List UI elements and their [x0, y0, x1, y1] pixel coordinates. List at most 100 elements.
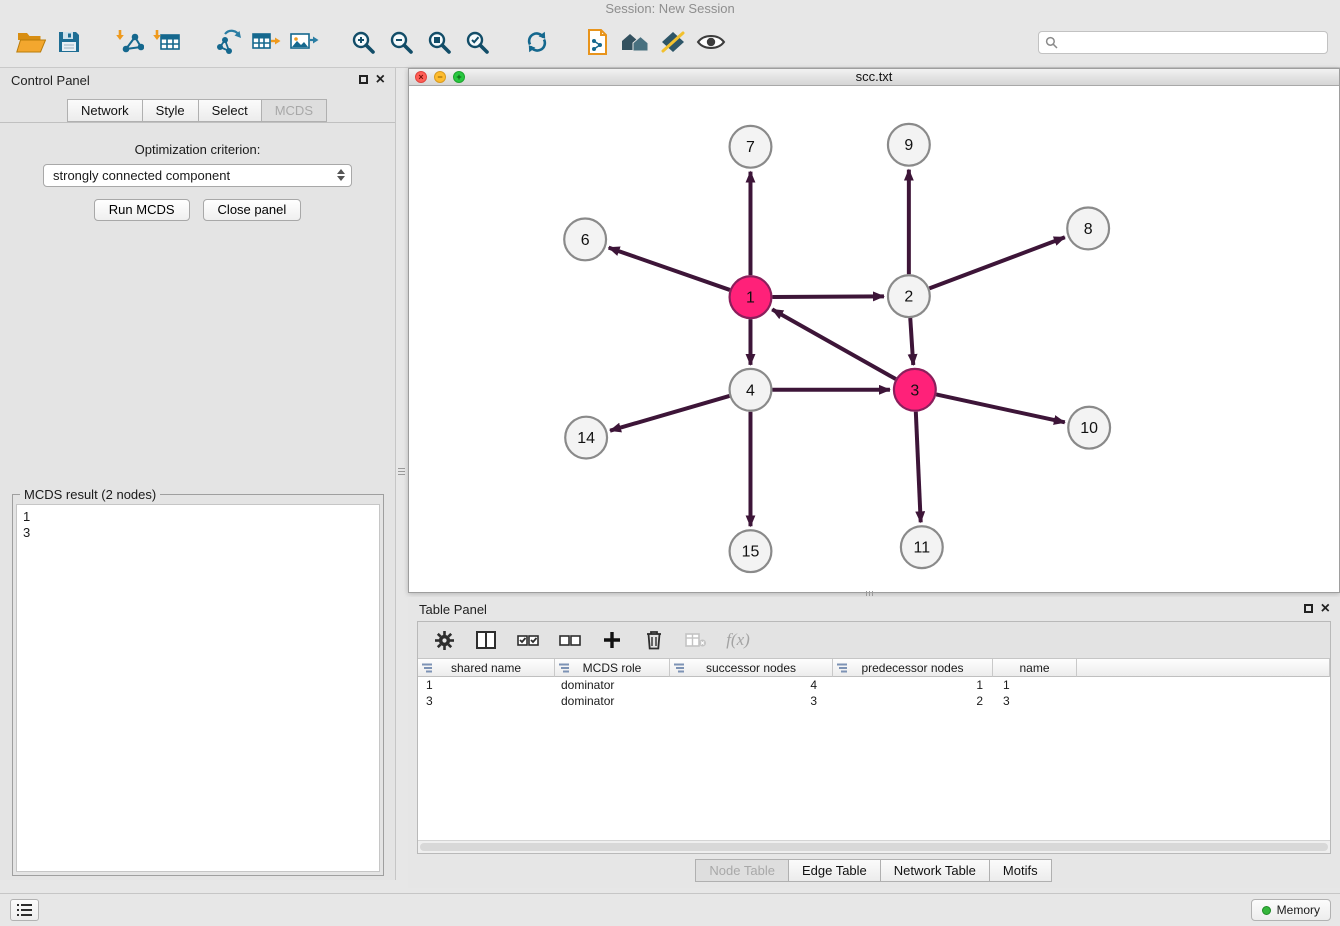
- home-pages-button[interactable]: [616, 22, 654, 62]
- split-view-button[interactable]: [474, 627, 498, 653]
- function-builder-button: f(x): [726, 627, 750, 653]
- cell-name: 3: [993, 694, 1077, 708]
- graph-edge-1-2[interactable]: [772, 296, 884, 297]
- svg-text:9: 9: [904, 137, 913, 154]
- add-button[interactable]: [600, 627, 624, 653]
- table-row[interactable]: 1 dominator 4 1 1: [418, 677, 1330, 693]
- graph-node-8[interactable]: 8: [1067, 208, 1109, 250]
- tab-style[interactable]: Style: [142, 99, 199, 122]
- table-panel-title: Table Panel: [419, 602, 487, 617]
- graph-node-3[interactable]: 3: [894, 369, 936, 411]
- table-settings-button[interactable]: [432, 627, 456, 653]
- column-header-shared-name[interactable]: shared name: [418, 659, 555, 677]
- horizontal-splitter-handle[interactable]: [858, 591, 880, 596]
- vertical-splitter-handle[interactable]: [398, 460, 405, 482]
- float-table-panel-icon[interactable]: [1304, 604, 1313, 613]
- cell-shared-name: 3: [418, 694, 555, 708]
- tab-mcds[interactable]: MCDS: [261, 99, 327, 122]
- export-image-button[interactable]: [284, 22, 322, 62]
- optimization-criterion-value: strongly connected component: [53, 168, 230, 183]
- graph-node-10[interactable]: 10: [1068, 407, 1110, 449]
- graph-node-7[interactable]: 7: [730, 126, 772, 168]
- network-canvas[interactable]: 7 9 6 8 1 2 4 3 14 10 15 11: [409, 86, 1339, 592]
- import-network-button[interactable]: [110, 22, 148, 62]
- document-share-button[interactable]: [578, 22, 616, 62]
- graph-edge-3-1[interactable]: [772, 309, 896, 379]
- tab-edge-table[interactable]: Edge Table: [788, 859, 881, 882]
- svg-text:14: 14: [577, 430, 595, 447]
- import-table-button[interactable]: [148, 22, 186, 62]
- refresh-layout-button[interactable]: [518, 22, 556, 62]
- graph-node-1[interactable]: 1: [730, 276, 772, 318]
- zoom-fit-button[interactable]: [420, 22, 458, 62]
- column-header-successor-nodes[interactable]: successor nodes: [670, 659, 833, 677]
- new-network-button[interactable]: [208, 22, 246, 62]
- tab-node-table[interactable]: Node Table: [695, 859, 789, 882]
- tab-motifs[interactable]: Motifs: [989, 859, 1052, 882]
- graph-node-4[interactable]: 4: [730, 369, 772, 411]
- memory-button[interactable]: Memory: [1251, 899, 1331, 921]
- table-header-row: shared name MCDS role successor nodes pr…: [418, 659, 1330, 677]
- graph-edge-2-8[interactable]: [929, 237, 1064, 288]
- tab-network[interactable]: Network: [67, 99, 143, 122]
- task-history-button[interactable]: [10, 899, 39, 921]
- graph-edge-3-10[interactable]: [936, 394, 1065, 422]
- close-table-panel-icon[interactable]: ×: [1321, 603, 1330, 614]
- optimization-criterion-select[interactable]: strongly connected component: [43, 164, 352, 187]
- optimization-criterion-label: Optimization criterion:: [0, 142, 395, 157]
- graph-edge-3-11[interactable]: [916, 412, 921, 523]
- tab-network-table[interactable]: Network Table: [880, 859, 990, 882]
- status-bar: Memory: [0, 893, 1340, 926]
- zoom-selected-button[interactable]: [458, 22, 496, 62]
- graph-edge-2-3[interactable]: [910, 318, 913, 365]
- search-input[interactable]: [1062, 35, 1321, 50]
- column-header-predecessor-nodes[interactable]: predecessor nodes: [833, 659, 993, 677]
- new-network-icon: [212, 28, 242, 56]
- network-view-window: × − + scc.txt 7968124314101511: [408, 68, 1340, 593]
- run-mcds-button[interactable]: Run MCDS: [94, 199, 190, 221]
- search-box[interactable]: [1038, 31, 1328, 54]
- graph-node-11[interactable]: 11: [901, 526, 943, 568]
- show-hide-details-button[interactable]: [692, 22, 730, 62]
- close-panel-icon[interactable]: ×: [376, 74, 385, 85]
- table-row[interactable]: 3 dominator 3 2 3: [418, 693, 1330, 709]
- open-session-button[interactable]: [12, 22, 50, 62]
- graph-node-14[interactable]: 14: [565, 417, 607, 459]
- float-panel-icon[interactable]: [359, 75, 368, 84]
- save-session-button[interactable]: [50, 22, 88, 62]
- sort-icon: [837, 663, 848, 673]
- graph-node-15[interactable]: 15: [730, 530, 772, 572]
- svg-text:15: 15: [742, 544, 760, 561]
- zoom-fit-icon: [426, 29, 453, 56]
- graph-node-2[interactable]: 2: [888, 275, 930, 317]
- select-all-button[interactable]: [516, 627, 540, 653]
- close-window-icon[interactable]: ×: [415, 71, 427, 83]
- mcds-result-list[interactable]: 1 3: [16, 504, 380, 872]
- delete-button[interactable]: [642, 627, 666, 653]
- zoom-in-button[interactable]: [344, 22, 382, 62]
- close-panel-button[interactable]: Close panel: [203, 199, 302, 221]
- column-header-name[interactable]: name: [993, 659, 1077, 677]
- deselect-all-button[interactable]: [558, 627, 582, 653]
- graph-node-9[interactable]: 9: [888, 124, 930, 166]
- scrollbar-thumb[interactable]: [420, 843, 1328, 851]
- zoom-out-button[interactable]: [382, 22, 420, 62]
- svg-text:6: 6: [581, 232, 590, 249]
- import-table-icon: [152, 28, 182, 56]
- graph-edge-4-14[interactable]: [610, 396, 729, 431]
- graph-edge-1-6[interactable]: [609, 248, 730, 290]
- maximize-window-icon[interactable]: +: [453, 71, 465, 83]
- cell-successor-nodes: 4: [670, 678, 833, 692]
- zoom-selected-icon: [464, 29, 491, 56]
- graph-node-6[interactable]: 6: [564, 218, 606, 260]
- table-toolbar: f(x): [418, 622, 1330, 659]
- homes-icon: [619, 29, 651, 55]
- export-table-button[interactable]: [246, 22, 284, 62]
- tab-select[interactable]: Select: [198, 99, 262, 122]
- table-horizontal-scrollbar[interactable]: [418, 840, 1330, 853]
- column-header-mcds-role[interactable]: MCDS role: [555, 659, 670, 677]
- sort-icon: [674, 663, 685, 673]
- minimize-window-icon[interactable]: −: [434, 71, 446, 83]
- network-graph[interactable]: 7 9 6 8 1 2 4 3 14 10 15 11: [409, 86, 1339, 592]
- graphics-details-button[interactable]: [654, 22, 692, 62]
